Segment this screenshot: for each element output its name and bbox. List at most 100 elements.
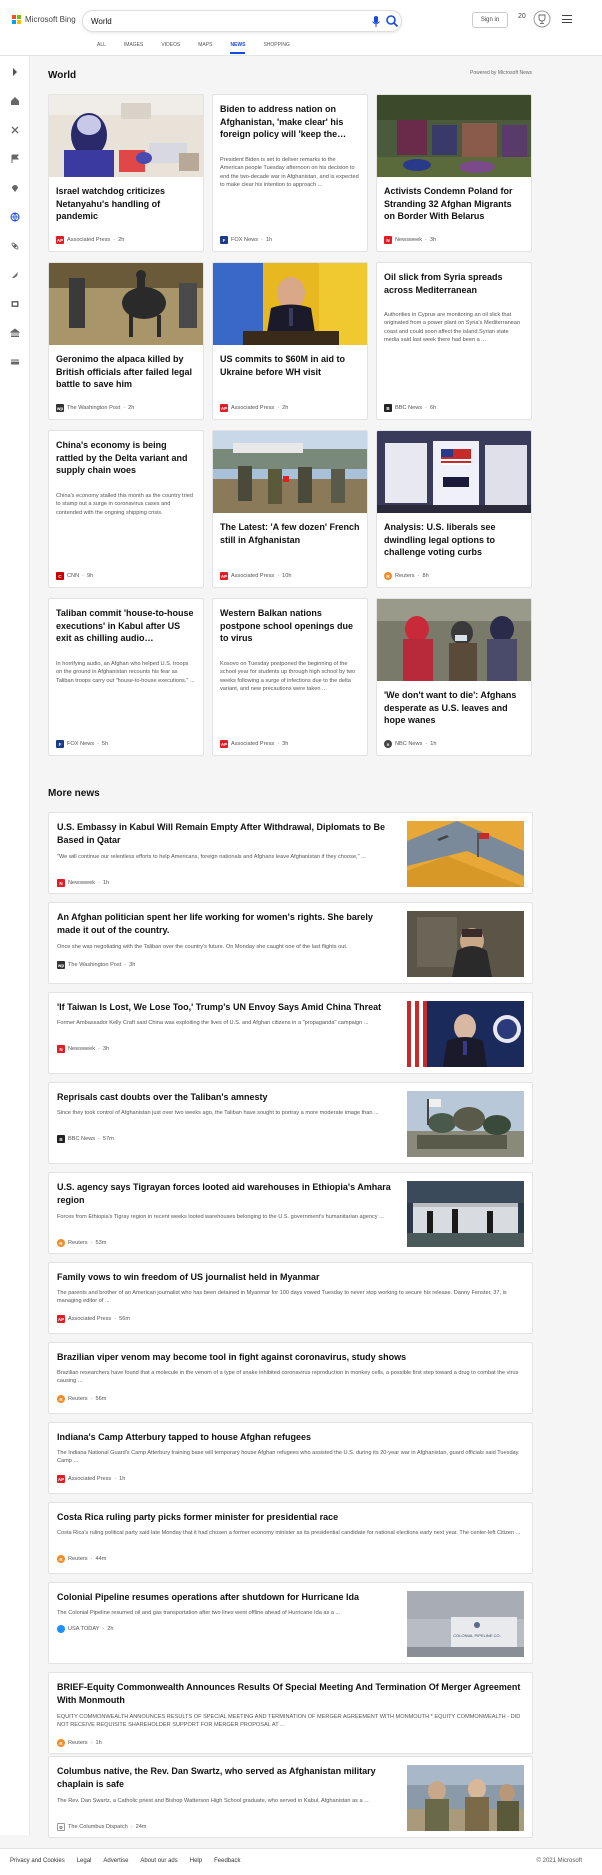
article-source: B BBC News · 6h xyxy=(384,404,436,412)
location-icon[interactable] xyxy=(9,182,21,194)
ap-logo-icon: AP xyxy=(57,1315,65,1323)
globe-icon[interactable] xyxy=(9,211,21,223)
tab-news[interactable]: NEWS xyxy=(221,38,254,54)
tab-maps[interactable]: MAPS xyxy=(189,38,221,54)
section-title-more-news: More news xyxy=(48,788,100,799)
news-list-item[interactable]: Reprisals cast doubts over the Taliban's… xyxy=(48,1082,533,1164)
article-title[interactable]: China's economy is being rattled by the … xyxy=(56,439,196,477)
article-title[interactable]: US commits to $60M in aid to Ukraine bef… xyxy=(220,353,360,378)
news-card[interactable]: 'We don't want to die': Afghans desperat… xyxy=(376,598,532,756)
article-title[interactable]: Activists Condemn Poland for Stranding 3… xyxy=(384,185,524,223)
article-title[interactable]: Israel watchdog criticizes Netanyahu's h… xyxy=(56,185,196,223)
news-card[interactable]: Oil slick from Syria spreads across Medi… xyxy=(376,262,532,420)
footer-link-help[interactable]: Help xyxy=(190,1858,202,1864)
flag-icon[interactable] xyxy=(9,153,21,165)
article-title[interactable]: Oil slick from Syria spreads across Medi… xyxy=(384,271,524,296)
rewards-count[interactable]: 20 xyxy=(518,13,526,20)
footer-link-privacy[interactable]: Privacy and Cookies xyxy=(10,1858,65,1864)
article-snippet: In horrifying audio, an Afghan who helpe… xyxy=(56,661,195,684)
news-list-item[interactable]: Costa Rica ruling party picks former min… xyxy=(48,1502,533,1574)
search-icon[interactable] xyxy=(385,14,399,28)
hamburger-menu-icon[interactable] xyxy=(562,15,572,23)
article-title[interactable]: 'If Taiwan Is Lost, We Lose Too,' Trump'… xyxy=(57,1001,397,1014)
article-title[interactable]: BRIEF-Equity Commonwealth Announces Resu… xyxy=(57,1681,522,1707)
ap-logo-icon: AP xyxy=(220,404,228,412)
microphone-icon[interactable] xyxy=(371,15,381,29)
ap-logo-icon: AP xyxy=(57,1475,65,1483)
article-title[interactable]: U.S. agency says Tigrayan forces looted … xyxy=(57,1181,397,1207)
news-list-item[interactable]: An Afghan politician spent her life work… xyxy=(48,902,533,984)
credit-card-icon[interactable] xyxy=(9,356,21,368)
source-name: Associated Press xyxy=(68,1476,112,1482)
article-title[interactable]: Taliban commit 'house-to-house execution… xyxy=(56,607,196,645)
news-list-item[interactable]: 'If Taiwan Is Lost, We Lose Too,' Trump'… xyxy=(48,992,533,1074)
article-age: 2h xyxy=(282,405,289,411)
bing-logo[interactable]: Microsoft Bing xyxy=(12,15,76,24)
article-title[interactable]: The Latest: 'A few dozen' French still i… xyxy=(220,521,360,546)
source-name: Reuters xyxy=(68,1556,88,1562)
bbc-news-logo-icon: B xyxy=(384,404,392,412)
footer-link-legal[interactable]: Legal xyxy=(77,1858,92,1864)
news-list-item[interactable]: U.S. agency says Tigrayan forces looted … xyxy=(48,1172,533,1254)
article-title[interactable]: Western Balkan nations postpone school o… xyxy=(220,607,360,645)
news-card[interactable]: US commits to $60M in aid to Ukraine bef… xyxy=(212,262,368,420)
article-title[interactable]: Columbus native, the Rev. Dan Swartz, wh… xyxy=(57,1765,397,1791)
news-list-item[interactable]: Brazilian viper venom may become tool in… xyxy=(48,1342,533,1414)
article-title[interactable]: U.S. Embassy in Kabul Will Remain Empty … xyxy=(57,821,397,847)
article-snippet: The Rev. Dan Swartz, a Catholic priest a… xyxy=(57,1798,369,1804)
tab-images[interactable]: IMAGES xyxy=(115,38,152,54)
tab-videos[interactable]: VIDEOS xyxy=(152,38,189,54)
news-list-item[interactable]: Indiana's Camp Atterbury tapped to house… xyxy=(48,1422,533,1494)
news-card[interactable]: Taliban commit 'house-to-house execution… xyxy=(48,598,204,756)
bank-icon[interactable] xyxy=(9,327,21,339)
sign-in-button[interactable]: Sign in xyxy=(472,12,508,28)
chevron-right-icon[interactable] xyxy=(9,66,21,78)
news-card[interactable]: Analysis: U.S. liberals see dwindling le… xyxy=(376,430,532,588)
article-age: 1h xyxy=(95,1740,102,1746)
news-card[interactable]: Israel watchdog criticizes Netanyahu's h… xyxy=(48,94,204,252)
article-title[interactable]: Brazilian viper venom may become tool in… xyxy=(57,1351,522,1364)
source-name: CNN xyxy=(67,573,80,579)
tab-shopping[interactable]: SHOPPING xyxy=(254,38,298,54)
news-list-item[interactable]: U.S. Embassy in Kabul Will Remain Empty … xyxy=(48,812,533,894)
news-list-item[interactable]: Columbus native, the Rev. Dan Swartz, wh… xyxy=(48,1756,533,1838)
footer-link-feedback[interactable]: Feedback xyxy=(214,1858,240,1864)
news-list-item[interactable]: Colonial Pipeline resumes operations aft… xyxy=(48,1582,533,1664)
reuters-logo-icon: R xyxy=(384,572,392,580)
news-card[interactable]: The Latest: 'A few dozen' French still i… xyxy=(212,430,368,588)
article-title[interactable]: Indiana's Camp Atterbury tapped to house… xyxy=(57,1431,522,1444)
home-icon[interactable] xyxy=(9,95,21,107)
news-list-item[interactable]: Family vows to win freedom of US journal… xyxy=(48,1262,533,1334)
search-scope-tabs: ALL IMAGES VIDEOS MAPS NEWS SHOPPING xyxy=(88,38,299,54)
article-title[interactable]: Reprisals cast doubts over the Taliban's… xyxy=(57,1091,397,1104)
article-snippet: The Indiana National Guard's Camp Atterb… xyxy=(57,1450,520,1465)
news-card[interactable]: Activists Condemn Poland for Stranding 3… xyxy=(376,94,532,252)
film-icon[interactable] xyxy=(9,298,21,310)
science-icon[interactable] xyxy=(9,240,21,252)
footer-link-advertise[interactable]: Advertise xyxy=(103,1858,128,1864)
tab-all[interactable]: ALL xyxy=(88,38,115,54)
article-title[interactable]: Family vows to win freedom of US journal… xyxy=(57,1271,522,1284)
search-input[interactable] xyxy=(91,14,341,29)
news-list-item[interactable]: BRIEF-Equity Commonwealth Announces Resu… xyxy=(48,1672,533,1754)
article-title[interactable]: 'We don't want to die': Afghans desperat… xyxy=(384,689,524,727)
news-card[interactable]: China's economy is being rattled by the … xyxy=(48,430,204,588)
article-title[interactable]: Biden to address nation on Afghanistan, … xyxy=(220,103,360,141)
rewards-trophy-icon[interactable] xyxy=(533,10,551,28)
rocket-icon[interactable] xyxy=(9,269,21,281)
article-title[interactable]: Geronimo the alpaca killed by British of… xyxy=(56,353,196,391)
article-title[interactable]: Colonial Pipeline resumes operations aft… xyxy=(57,1591,397,1604)
article-title[interactable]: Costa Rica ruling party picks former min… xyxy=(57,1511,522,1524)
tools-icon[interactable] xyxy=(9,124,21,136)
footer-link-about-ads[interactable]: About our ads xyxy=(140,1858,177,1864)
article-age: 2h xyxy=(107,1626,114,1632)
news-card[interactable]: Western Balkan nations postpone school o… xyxy=(212,598,368,756)
article-source: C CNN · 9h xyxy=(56,572,93,580)
news-card[interactable]: Biden to address nation on Afghanistan, … xyxy=(212,94,368,252)
article-image xyxy=(377,599,531,681)
article-title[interactable]: Analysis: U.S. liberals see dwindling le… xyxy=(384,521,524,559)
article-image xyxy=(49,263,203,345)
news-card[interactable]: Geronimo the alpaca killed by British of… xyxy=(48,262,204,420)
article-image xyxy=(377,95,531,177)
article-title[interactable]: An Afghan politician spent her life work… xyxy=(57,911,397,937)
